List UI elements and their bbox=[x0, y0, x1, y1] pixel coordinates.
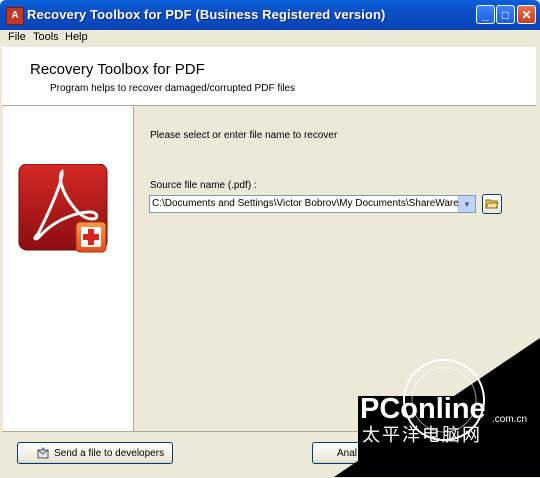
open-file-button[interactable] bbox=[482, 194, 502, 214]
minimize-button[interactable]: _ bbox=[476, 5, 495, 24]
source-file-label: Source file name (.pdf) : bbox=[150, 180, 257, 191]
close-icon: ✕ bbox=[521, 7, 532, 22]
header-title: Recovery Toolbox for PDF bbox=[30, 61, 205, 78]
select-file-prompt: Please select or enter file name to reco… bbox=[150, 130, 338, 141]
source-file-value[interactable]: C:\Documents and Settings\Victor Bobrov\… bbox=[152, 198, 458, 209]
watermark-chinese: 太平洋电脑网 bbox=[362, 425, 482, 446]
send-file-button[interactable]: Send a file to developers bbox=[17, 442, 173, 464]
left-panel bbox=[3, 106, 134, 431]
maximize-button[interactable]: □ bbox=[496, 5, 515, 24]
header-subtitle: Program helps to recover damaged/corrupt… bbox=[50, 83, 296, 94]
app-icon: A bbox=[6, 7, 24, 25]
minimize-icon: _ bbox=[482, 7, 489, 22]
send-file-icon bbox=[37, 447, 49, 459]
window-title: Recovery Toolbox for PDF (Business Regis… bbox=[27, 7, 386, 22]
folder-open-icon bbox=[485, 199, 499, 209]
menu-help[interactable]: Help bbox=[65, 31, 88, 43]
pconline-watermark: PConline .com.cn 太平洋电脑网 bbox=[334, 338, 540, 477]
menu-file[interactable]: File bbox=[8, 31, 26, 43]
wizard-header: Recovery Toolbox for PDF Program helps t… bbox=[2, 47, 536, 106]
dropdown-arrow-icon[interactable]: ▼ bbox=[458, 196, 475, 212]
menu-tools[interactable]: Tools bbox=[33, 31, 59, 43]
close-button[interactable]: ✕ bbox=[517, 5, 536, 24]
maximize-icon: □ bbox=[501, 7, 510, 22]
title-bar[interactable]: A Recovery Toolbox for PDF (Business Reg… bbox=[0, 0, 540, 30]
send-file-label: Send a file to developers bbox=[54, 447, 165, 459]
watermark-domain: .com.cn bbox=[492, 414, 527, 425]
menu-bar: File Tools Help bbox=[0, 30, 540, 46]
source-file-combobox[interactable]: C:\Documents and Settings\Victor Bobrov\… bbox=[149, 195, 476, 213]
acrobat-repair-logo-icon bbox=[18, 164, 108, 253]
watermark-brand: PConline bbox=[360, 393, 486, 425]
